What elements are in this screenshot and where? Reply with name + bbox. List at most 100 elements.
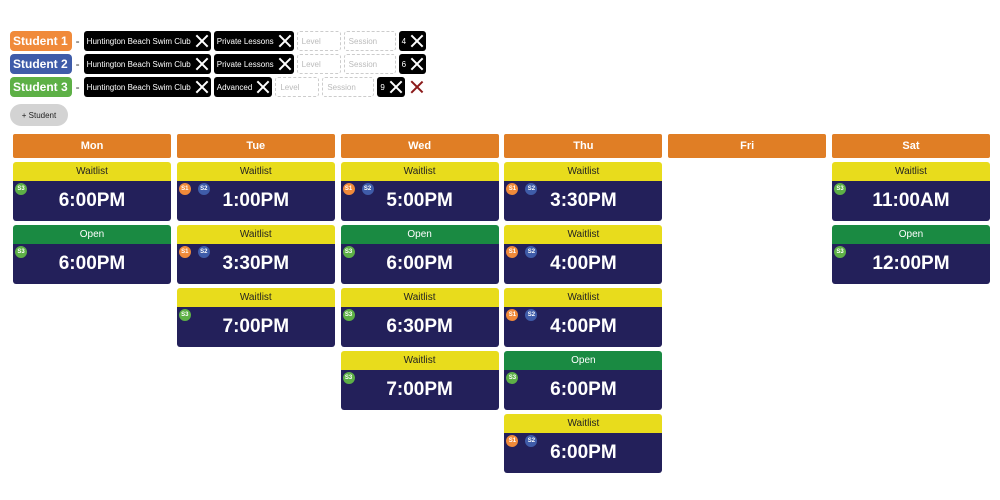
level-select[interactable]: Level bbox=[275, 77, 320, 97]
count-chip[interactable]: 9 bbox=[377, 77, 405, 97]
program-chip[interactable]: Private Lessons bbox=[213, 54, 294, 74]
student-badge-s2: S2 bbox=[525, 183, 538, 195]
slot-time: 5:00PM bbox=[386, 190, 453, 211]
student-badge-s1: S1 bbox=[506, 183, 519, 195]
slot-time-box[interactable]: S3 6:00PM bbox=[504, 370, 663, 410]
count-chip-label: 6 bbox=[401, 59, 407, 69]
class-slot-card[interactable]: Waitlist S1 S2 3:30PM bbox=[176, 225, 335, 284]
add-student-button[interactable]: + Student bbox=[10, 104, 68, 126]
student-badge-s3: S3 bbox=[342, 372, 355, 384]
class-slot-card[interactable]: Waitlist S3 6:00PM bbox=[13, 162, 171, 221]
slot-time: 7:00PM bbox=[222, 316, 290, 337]
program-chip[interactable]: Private Lessons bbox=[213, 31, 294, 51]
slot-time-box[interactable]: S1 S2 5:00PM bbox=[340, 181, 499, 221]
remove-club-icon[interactable] bbox=[195, 57, 209, 71]
student-badge-s3: S3 bbox=[833, 246, 846, 258]
slot-time-box[interactable]: S1 S2 3:30PM bbox=[504, 181, 663, 221]
class-slot-card[interactable]: Waitlist S3 7:00PM bbox=[340, 351, 499, 410]
class-slot-card[interactable]: Waitlist S1 S2 4:00PM bbox=[504, 225, 663, 284]
count-chip[interactable]: 4 bbox=[398, 31, 427, 51]
student-label-badge[interactable]: Student 1 bbox=[10, 31, 72, 51]
remove-count-icon[interactable] bbox=[389, 80, 403, 94]
day-column-wed: Wed Waitlist S1 S2 5:00PM Open S3 6:00PM Waitlis… bbox=[340, 134, 499, 473]
session-select[interactable]: Session bbox=[343, 31, 396, 51]
slot-time-box[interactable]: S3 6:30PM bbox=[340, 307, 499, 347]
remove-program-icon[interactable] bbox=[278, 57, 292, 71]
club-chip[interactable]: Huntington Beach Swim Club bbox=[83, 31, 211, 51]
class-slot-card[interactable]: Waitlist S1 S2 4:00PM bbox=[504, 288, 663, 347]
remove-program-icon[interactable] bbox=[256, 80, 270, 94]
slot-time-box[interactable]: S1 S2 6:00PM bbox=[504, 433, 663, 473]
class-slot-card[interactable]: Open S3 6:00PM bbox=[340, 225, 499, 284]
class-slot-card[interactable]: Waitlist S1 S2 6:00PM bbox=[504, 414, 663, 473]
class-slot-card[interactable]: Waitlist S3 6:30PM bbox=[340, 288, 499, 347]
slot-time: 6:00PM bbox=[58, 253, 126, 274]
program-chip[interactable]: Advanced bbox=[213, 77, 273, 97]
student-badge-s3: S3 bbox=[833, 183, 846, 195]
remove-club-icon[interactable] bbox=[195, 34, 209, 48]
slot-time-box[interactable]: S3 11:00AM bbox=[831, 181, 990, 221]
slot-time: 12:00PM bbox=[872, 253, 950, 274]
student-badge-s3: S3 bbox=[506, 372, 519, 384]
slot-time-box[interactable]: S1 S2 3:30PM bbox=[176, 244, 335, 284]
slot-time: 6:00PM bbox=[386, 253, 453, 274]
student-badge-s1: S1 bbox=[342, 183, 355, 195]
student-row: Student 2- Huntington Beach Swim Club Priv… bbox=[10, 53, 429, 75]
slot-time-box[interactable]: S3 7:00PM bbox=[176, 307, 335, 347]
club-chip-label: Huntington Beach Swim Club bbox=[86, 59, 191, 69]
student-badges: S3 bbox=[506, 372, 525, 384]
slot-time-box[interactable]: S1 S2 1:00PM bbox=[176, 181, 335, 221]
slot-status: Open bbox=[504, 351, 663, 370]
class-slot-card[interactable]: Open S3 6:00PM bbox=[13, 225, 171, 284]
slot-time-box[interactable]: S3 6:00PM bbox=[340, 244, 499, 284]
slot-time-box[interactable]: S1 S2 4:00PM bbox=[504, 307, 663, 347]
day-column-fri: Fri bbox=[668, 134, 827, 473]
class-slot-card[interactable]: Waitlist S3 7:00PM bbox=[176, 288, 335, 347]
student-label-badge[interactable]: Student 2 bbox=[10, 54, 72, 74]
remove-club-icon[interactable] bbox=[195, 80, 209, 94]
club-chip[interactable]: Huntington Beach Swim Club bbox=[83, 77, 211, 97]
student-badge-s1: S1 bbox=[506, 435, 519, 447]
slot-time-box[interactable]: S3 6:00PM bbox=[13, 181, 171, 221]
slot-status: Waitlist bbox=[504, 225, 663, 244]
student-badge-s3: S3 bbox=[15, 183, 27, 195]
session-select[interactable]: Session bbox=[322, 77, 375, 97]
student-row: Student 1- Huntington Beach Swim Club Priv… bbox=[10, 30, 429, 52]
slot-status: Waitlist bbox=[340, 288, 499, 307]
student-badges: S3 bbox=[833, 246, 853, 258]
class-slot-card[interactable]: Open S3 12:00PM bbox=[831, 225, 990, 284]
slot-time-box[interactable]: S3 6:00PM bbox=[13, 244, 171, 284]
slot-time-box[interactable]: S3 12:00PM bbox=[831, 244, 990, 284]
student-label-badge[interactable]: Student 3 bbox=[10, 77, 72, 97]
class-slot-card[interactable]: Waitlist S3 11:00AM bbox=[831, 162, 990, 221]
student-badges: S3 bbox=[342, 309, 362, 321]
delete-student-icon[interactable] bbox=[410, 80, 424, 94]
program-chip-label: Private Lessons bbox=[216, 36, 274, 46]
day-header: Tue bbox=[176, 134, 335, 158]
student-badges: S1 S2 bbox=[506, 183, 544, 195]
count-chip[interactable]: 6 bbox=[398, 54, 427, 74]
student-badge-s3: S3 bbox=[178, 309, 191, 321]
slot-status: Waitlist bbox=[176, 225, 335, 244]
student-badges: S1 S2 bbox=[178, 183, 217, 195]
class-slot-card[interactable]: Waitlist S1 S2 3:30PM bbox=[504, 162, 663, 221]
slot-time-box[interactable]: S3 7:00PM bbox=[340, 370, 499, 410]
day-header: Wed bbox=[340, 134, 499, 158]
student-badge-s3: S3 bbox=[342, 246, 355, 258]
slot-status: Waitlist bbox=[504, 288, 663, 307]
club-chip[interactable]: Huntington Beach Swim Club bbox=[83, 54, 211, 74]
class-slot-card[interactable]: Waitlist S1 S2 5:00PM bbox=[340, 162, 499, 221]
program-chip-label: Advanced bbox=[216, 82, 253, 92]
remove-program-icon[interactable] bbox=[278, 34, 292, 48]
level-select[interactable]: Level bbox=[296, 31, 341, 51]
session-select[interactable]: Session bbox=[343, 54, 396, 74]
level-select[interactable]: Level bbox=[296, 54, 341, 74]
slot-time-box[interactable]: S1 S2 4:00PM bbox=[504, 244, 663, 284]
class-slot-card[interactable]: Waitlist S1 S2 1:00PM bbox=[176, 162, 335, 221]
class-slot-card[interactable]: Open S3 6:00PM bbox=[504, 351, 663, 410]
remove-count-icon[interactable] bbox=[410, 57, 424, 71]
remove-count-icon[interactable] bbox=[410, 34, 424, 48]
day-header: Thu bbox=[504, 134, 663, 158]
student-badge-s2: S2 bbox=[197, 183, 210, 195]
separator-dash: - bbox=[75, 57, 80, 71]
